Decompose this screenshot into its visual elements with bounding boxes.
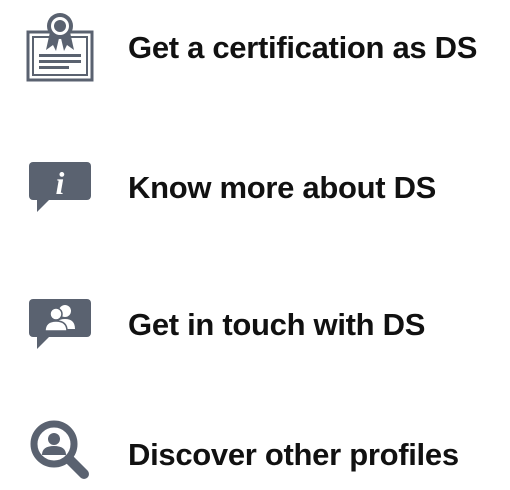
contacts-chat-icon <box>20 285 100 365</box>
menu-item-label: Get in touch with DS <box>128 307 426 342</box>
info-chat-icon: i <box>20 148 100 228</box>
menu-item-discover-profiles[interactable]: Discover other profiles <box>0 413 510 487</box>
menu-item-get-in-touch[interactable]: Get in touch with DS <box>0 285 510 365</box>
profile-search-icon <box>20 410 100 490</box>
menu-item-know-more[interactable]: i Know more about DS <box>0 148 510 228</box>
svg-text:i: i <box>56 165 65 201</box>
certificate-icon <box>20 8 100 88</box>
menu-item-label: Get a certification as DS <box>128 30 478 65</box>
menu-item-label: Discover other profiles <box>128 437 459 472</box>
menu-item-label: Know more about DS <box>128 170 437 205</box>
menu-item-certification[interactable]: Get a certification as DS <box>0 8 510 88</box>
